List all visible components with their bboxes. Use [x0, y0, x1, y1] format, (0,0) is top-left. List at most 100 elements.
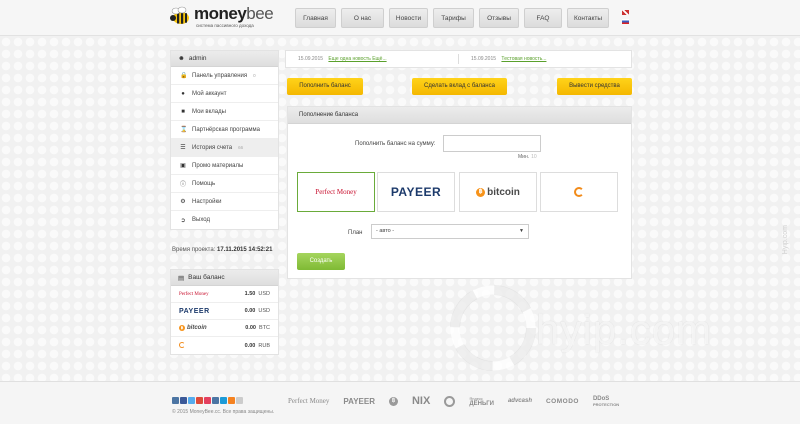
watermark-text: hyip.com: [536, 306, 713, 353]
account-menu-header: ☻ admin: [171, 51, 278, 67]
sidebar-item-label: Панель управления: [192, 72, 248, 79]
user-icon: ☻: [178, 55, 185, 62]
twitter-icon[interactable]: [188, 397, 195, 404]
ddos-protection-logo-icon: DDoS PROTECTION: [592, 395, 620, 407]
balance-amount: 0.00 USD: [244, 308, 270, 314]
watermark: hyip.com: [448, 278, 788, 378]
project-time-value: 17.11.2015 14:52:21: [217, 247, 273, 253]
news-item: 15.09.2015 Еще одна новость Ещё...: [286, 56, 458, 62]
flag-ru-icon[interactable]: [622, 19, 629, 24]
bitcoin-logo-icon: ฿ bitcoin: [179, 325, 207, 331]
news-link[interactable]: Еще одна новость Ещё...: [328, 56, 386, 62]
logout-icon: ➲: [180, 217, 186, 224]
sidebar-item-badge: 66: [238, 145, 244, 150]
social-links: [172, 397, 243, 404]
amount-label: Пополнить баланс на сумму:: [355, 141, 436, 147]
sidebar-item-label: Выход: [192, 217, 210, 223]
instagram-icon[interactable]: [204, 397, 211, 404]
sidebar-item-label: Настройки: [192, 198, 222, 205]
nav-plans[interactable]: Тарифы: [433, 8, 474, 28]
sidebar-item-deposits[interactable]: ■ Мои вклады: [171, 103, 278, 121]
sidebar-item-history[interactable]: ☰ История счета 66: [171, 139, 278, 157]
sidebar-item-account[interactable]: ● Мой аккаунт: [171, 85, 278, 103]
box-icon: ■: [181, 108, 185, 115]
min-amount-label: Мин. 10: [518, 154, 537, 160]
language-switcher: [622, 10, 629, 28]
sidebar-item-promo[interactable]: ▣ Промо материалы: [171, 157, 278, 175]
flag-en-icon[interactable]: [622, 10, 629, 15]
sidebar-item-label: Мои вклады: [192, 108, 226, 115]
sidebar-item-help[interactable]: ⓘ Помощь: [171, 175, 278, 193]
balance-row: 0.00 RUB: [171, 337, 278, 354]
sidebar-item-dashboard[interactable]: 🔒 Панель управления 0: [171, 67, 278, 85]
balance-row: Perfect Money 1.50 USD: [171, 286, 278, 303]
sidebar-item-settings[interactable]: ⚙ Настройки: [171, 193, 278, 211]
amount-input[interactable]: [443, 135, 541, 152]
logo[interactable]: moneybee система пассивного дохода: [169, 4, 289, 32]
user-icon: ●: [181, 90, 185, 97]
logo-text: moneybee: [194, 4, 274, 23]
nav-contacts[interactable]: Контакты: [567, 8, 609, 28]
comodo-logo-icon: COMODO: [545, 397, 579, 405]
plan-select[interactable]: - авто - ▼: [371, 224, 529, 239]
account-menu: ☻ admin 🔒 Панель управления 0 ● Мой акка…: [170, 50, 279, 230]
deposit-form-card: Пополнение баланса Пополнить баланс на с…: [287, 106, 632, 279]
nav-news[interactable]: Новости: [389, 8, 428, 28]
google-plus-icon[interactable]: [196, 397, 203, 404]
payment-option-perfect-money[interactable]: Perfect Money: [297, 172, 375, 212]
balance-header: ▤ Ваш баланс: [171, 270, 278, 286]
project-time-label: Время проекта:: [172, 247, 216, 253]
vk-icon[interactable]: [172, 397, 179, 404]
balance-amount: 0.00 BTC: [245, 325, 270, 331]
nix-money-logo-icon: NIX: [411, 395, 431, 407]
balance-row: ฿ bitcoin 0.00 BTC: [171, 320, 278, 337]
make-investment-button[interactable]: Сделать вклад с баланса: [412, 78, 507, 95]
facebook-icon[interactable]: [180, 397, 187, 404]
sidebar-item-label: Партнёрская программа: [192, 126, 260, 133]
partner-logos: Perfect Money PAYEER ฿ NIX Яндекс ДЕНЬГИ…: [288, 395, 619, 407]
sidebar-item-label: Промо материалы: [192, 162, 244, 169]
balance-row: PAYEER 0.00 USD: [171, 303, 278, 320]
sidebar-item-label: Мой аккаунт: [192, 90, 227, 97]
payeer-logo-icon: PAYEER: [179, 307, 210, 315]
copyright: © 2015 MoneyBee.cc. Все права защищены.: [172, 409, 275, 415]
card-title: Пополнение баланса: [288, 107, 631, 124]
payment-option-bitcoin[interactable]: ฿ bitcoin: [459, 172, 537, 212]
more-icon[interactable]: [236, 397, 243, 404]
create-button[interactable]: Создать: [297, 253, 345, 270]
deposit-balance-button[interactable]: Пополнить баланс: [287, 78, 363, 95]
perfect-money-logo-icon: Perfect Money: [179, 292, 209, 297]
nav-home[interactable]: Главная: [295, 8, 336, 28]
sidebar-item-logout[interactable]: ➲ Выход: [171, 211, 278, 229]
withdraw-button[interactable]: Вывести средства: [557, 78, 632, 95]
mail-icon[interactable]: [220, 397, 227, 404]
main-nav: Главная О нас Новости Тарифы Отзывы FAQ …: [295, 8, 609, 28]
news-date: 15.09.2015: [471, 56, 497, 62]
rss-icon[interactable]: [228, 397, 235, 404]
footer: © 2015 MoneyBee.cc. Все права защищены. …: [0, 381, 800, 424]
watermark-logo-icon: [450, 285, 536, 371]
payment-option-payeer[interactable]: PAYEER: [377, 172, 455, 212]
sidebar-item-affiliate[interactable]: ⌛ Партнёрская программа: [171, 121, 278, 139]
news-ticker: 15.09.2015 Еще одна новость Ещё... 15.09…: [285, 50, 632, 68]
sidebar-item-badge: 0: [253, 73, 256, 78]
news-link[interactable]: Тестовая новость...: [501, 56, 546, 62]
bee-logo-icon: [170, 6, 189, 24]
bitcoin-logo-icon: ฿: [388, 396, 398, 406]
side-watermark: Hyip.com: [782, 225, 789, 255]
logo-tagline: система пассивного дохода: [196, 23, 254, 28]
advcash-logo-icon: [574, 187, 584, 197]
balance-amount: 0.00 RUB: [244, 342, 270, 349]
nav-faq[interactable]: FAQ: [524, 8, 562, 28]
perfect-money-logo-icon: Perfect Money: [315, 188, 357, 196]
info-icon: ⓘ: [180, 182, 187, 188]
nav-about[interactable]: О нас: [341, 8, 384, 28]
lock-icon: 🔒: [180, 73, 188, 79]
payment-option-advcash[interactable]: [540, 172, 618, 212]
username: admin: [188, 55, 207, 62]
advcash-logo-icon: advcash: [507, 398, 532, 404]
nav-reviews[interactable]: Отзывы: [479, 8, 519, 28]
balance-panel: ▤ Ваш баланс Perfect Money 1.50 USD PAYEE…: [170, 269, 279, 355]
odnoklassniki-icon[interactable]: [212, 397, 219, 404]
news-item: 15.09.2015 Тестовая новость...: [459, 56, 631, 62]
